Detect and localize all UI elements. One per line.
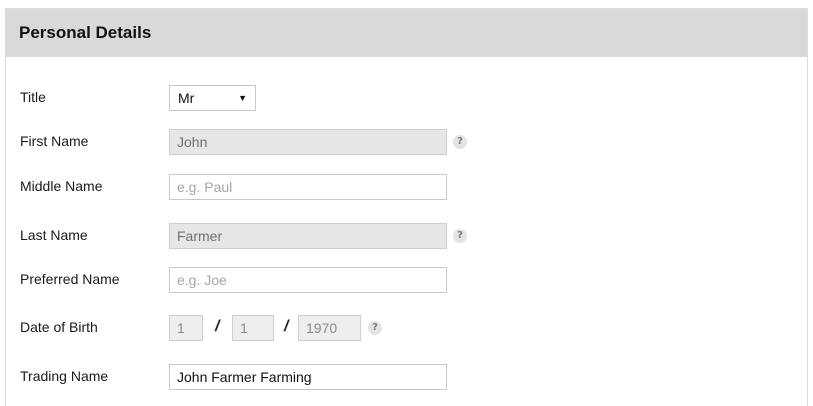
help-icon[interactable]: ? [368,321,382,335]
help-icon[interactable]: ? [453,135,467,149]
dob-separator: / [284,318,289,335]
title-row: Title Mr ▼ [6,85,807,111]
dob-day-field[interactable] [169,315,203,341]
last-name-row: Last Name ? [6,223,807,249]
middle-name-label: Middle Name [20,178,103,194]
first-name-row: First Name ? [6,129,807,155]
dob-year-field[interactable] [298,315,361,341]
personal-details-panel: Personal Details Title Mr ▼ First Name ?… [5,8,808,406]
help-icon[interactable]: ? [453,229,467,243]
panel-header: Personal Details [6,9,807,57]
preferred-name-label: Preferred Name [20,271,120,287]
title-label: Title [20,89,46,105]
trading-name-label: Trading Name [20,368,109,384]
panel-title: Personal Details [19,23,152,42]
middle-name-field[interactable] [169,174,447,200]
first-name-field[interactable] [169,129,447,155]
preferred-name-field[interactable] [169,267,447,293]
last-name-label: Last Name [20,227,88,243]
trading-name-row: Trading Name [6,364,807,390]
title-select-value: Mr [178,90,195,106]
dob-month-field[interactable] [232,315,274,341]
preferred-name-row: Preferred Name [6,267,807,293]
caret-down-icon: ▼ [238,93,247,103]
dob-separator: / [215,318,220,335]
date-of-birth-label: Date of Birth [20,319,98,335]
first-name-label: First Name [20,133,89,149]
date-of-birth-row: Date of Birth / / ? [6,315,807,341]
last-name-field[interactable] [169,223,447,249]
middle-name-row: Middle Name [6,174,807,200]
title-select[interactable]: Mr ▼ [169,85,256,111]
trading-name-field[interactable] [169,364,447,390]
